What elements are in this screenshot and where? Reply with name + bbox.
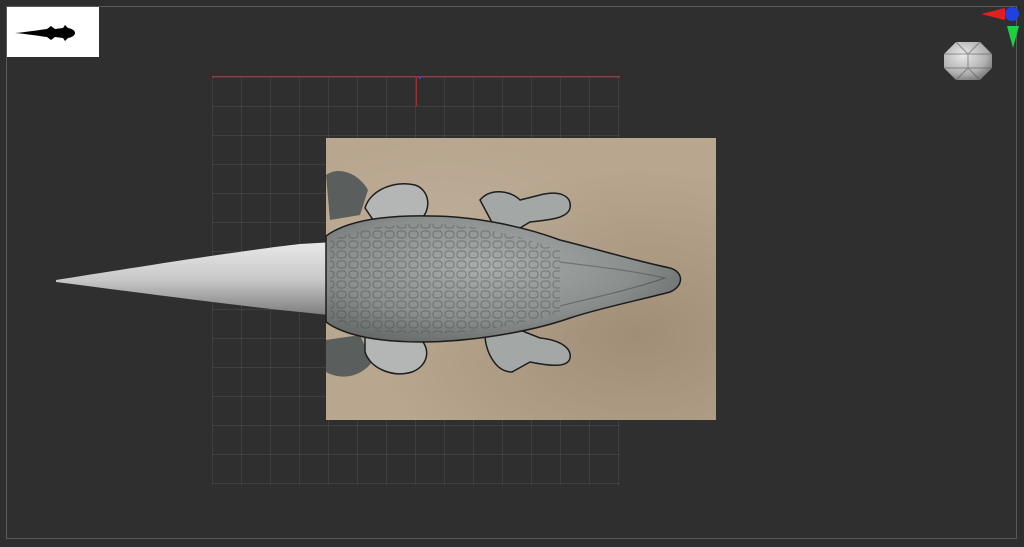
model-thumbnail[interactable]: [7, 7, 99, 57]
reference-image-plane[interactable]: [326, 138, 716, 420]
grid-z-axis-marker: [419, 76, 421, 79]
crocodile-silhouette-icon: [15, 25, 75, 41]
view-cube-sphere-icon[interactable]: [940, 36, 996, 86]
z-axis-dot: [1005, 7, 1019, 21]
x-axis-arrow: [981, 8, 1005, 20]
y-axis-arrow: [1007, 26, 1019, 48]
grid-y-axis-line: [416, 76, 417, 106]
